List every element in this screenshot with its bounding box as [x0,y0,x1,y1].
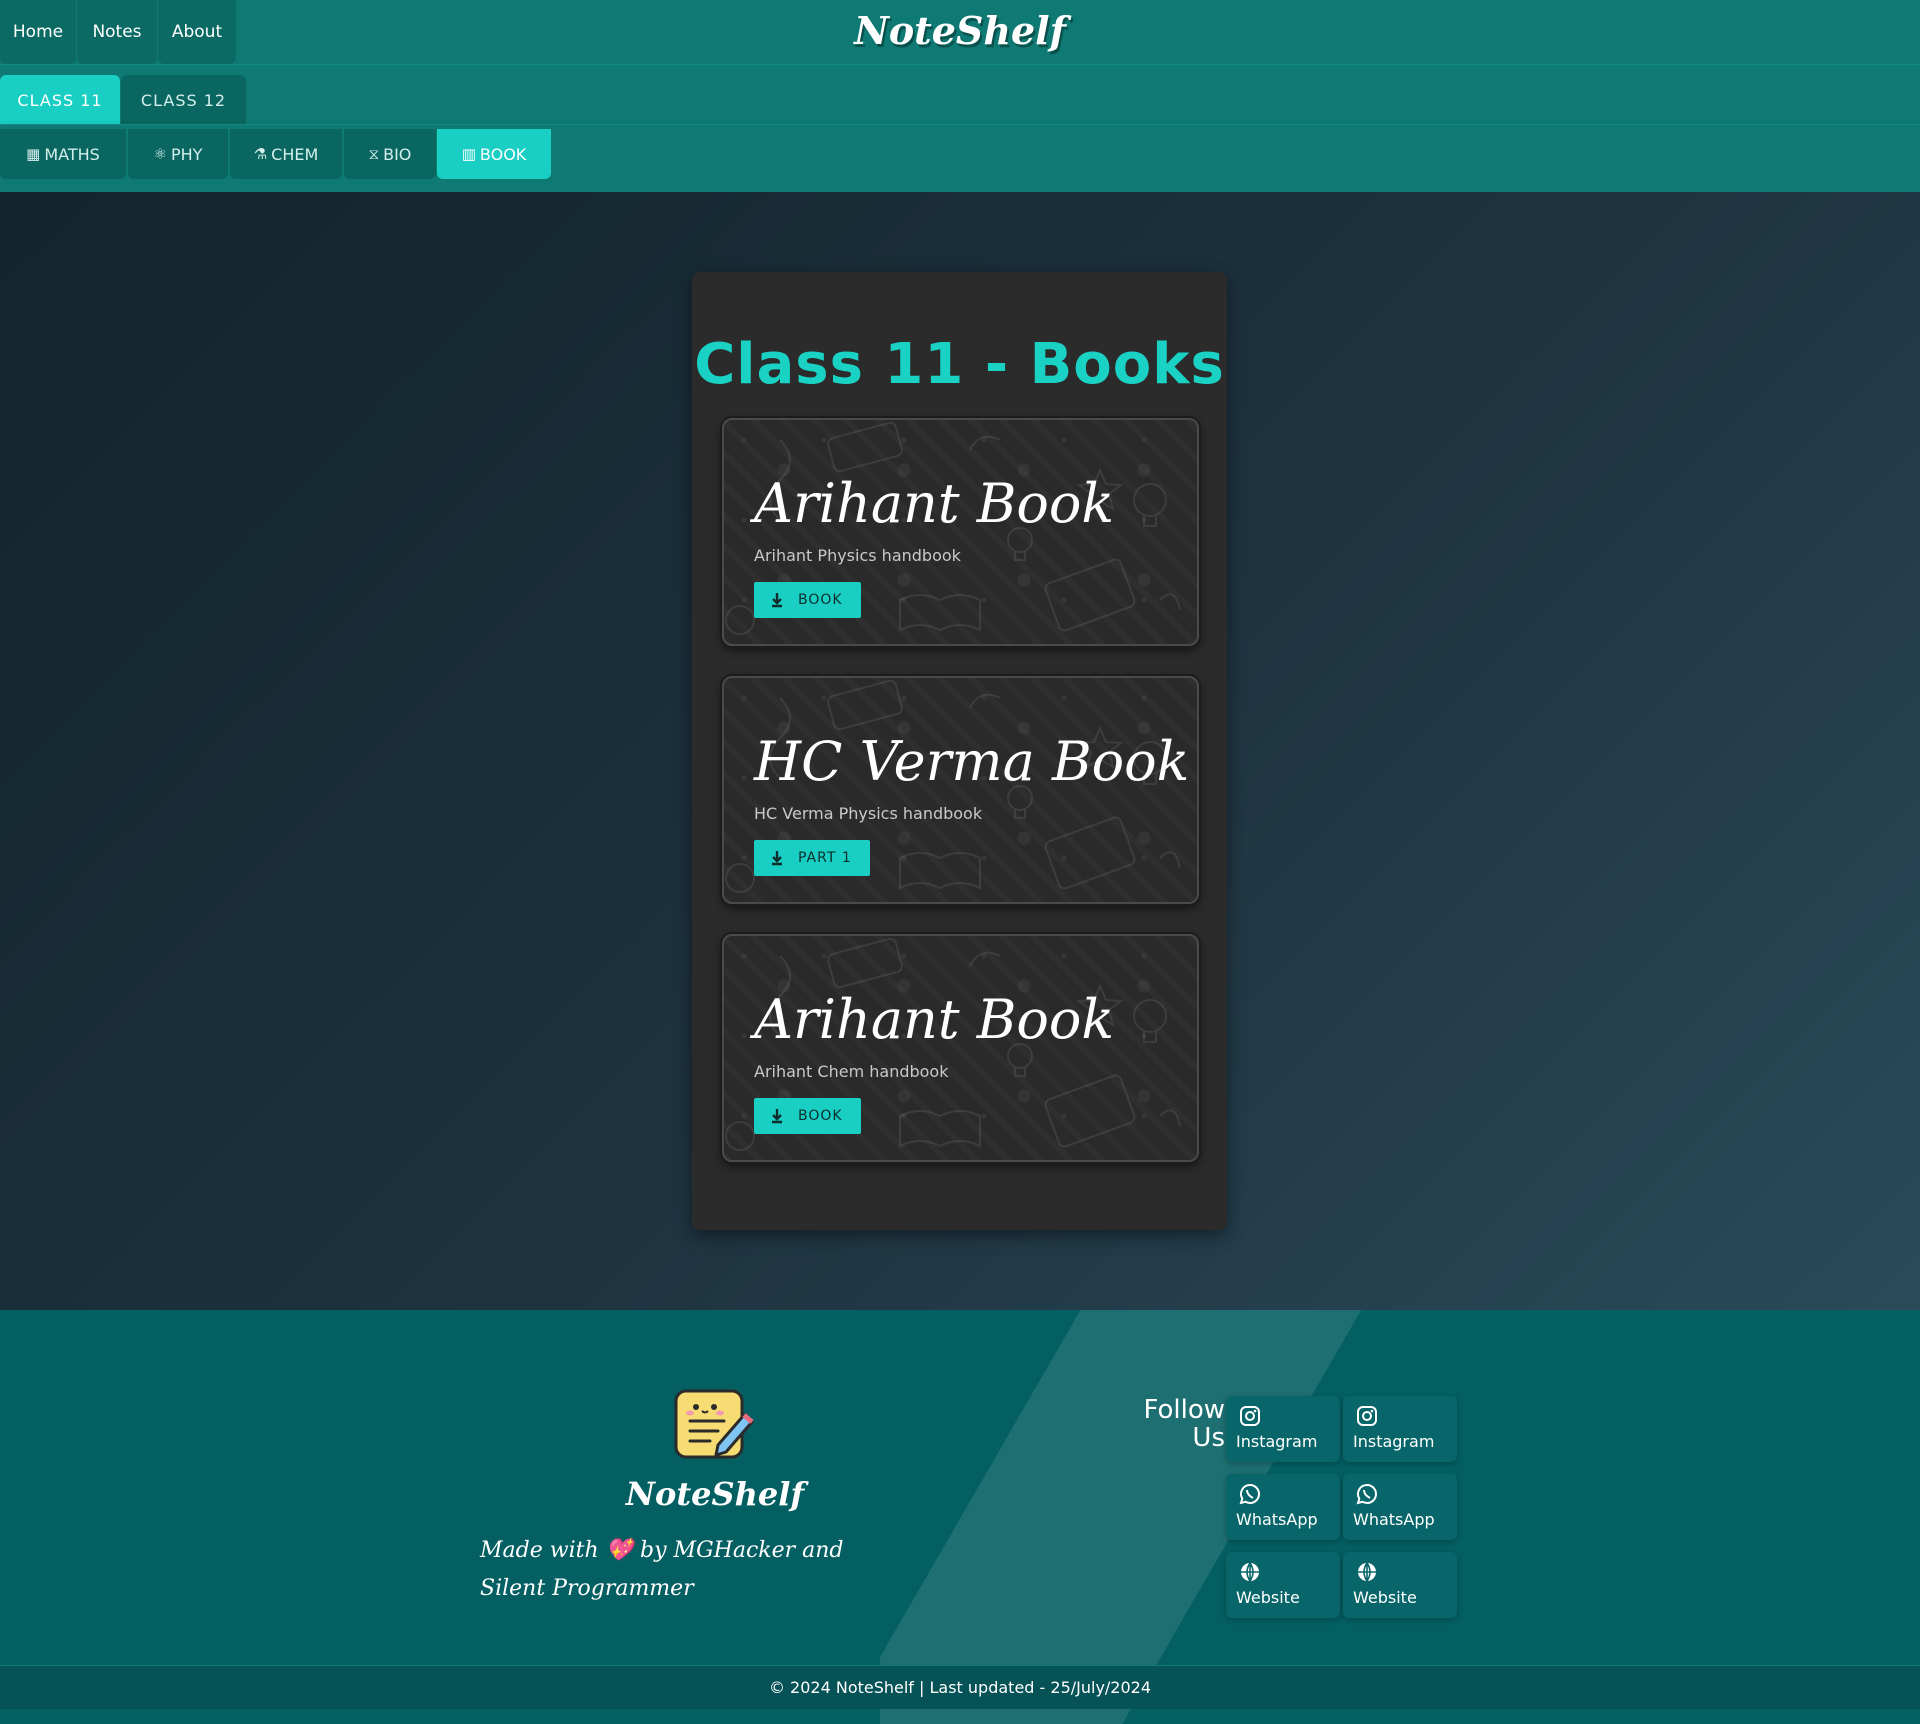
nav-notes-link[interactable]: Notes [77,0,157,64]
tab-maths[interactable]: ▦ MATHS [0,129,126,179]
book-card: Arihant Book Arihant Chem handbook BOOK [722,934,1199,1162]
tab-label: PHY [171,144,203,164]
social-label: WhatsApp [1353,1510,1435,1529]
tab-class-11[interactable]: CLASS 11 [0,75,120,125]
site-logo-text[interactable]: NoteShelf [854,8,1066,53]
tab-bio[interactable]: ⧖ BIO [344,129,436,179]
flask-icon: ⚗ [253,145,268,163]
instagram-link[interactable]: Instagram [1226,1396,1340,1462]
site-footer: NoteShelf Made with 💖 by MGHacker and Si… [0,1310,1920,1724]
made-with-text: Made with [480,1538,599,1563]
credits-text: Made with 💖 by MGHacker and Silent Progr… [480,1532,880,1608]
copyright-text: © 2024 NoteShelf | Last updated - 25/Jul… [768,1678,1152,1697]
button-label: BOOK [798,1108,843,1124]
card-subtitle: Arihant Physics handbook [754,546,961,565]
dna-icon: ⧖ [368,145,380,163]
download-book-button[interactable]: BOOK [754,582,861,618]
website-link[interactable]: Website [1226,1552,1340,1618]
button-label: BOOK [798,592,843,608]
subject-tab-bar: ▦ MATHS ⚛ PHY ⚗ CHEM ⧖ BIO ▥ BOOK [0,124,1920,192]
tab-phy[interactable]: ⚛ PHY [128,129,228,179]
copyright-bar: © 2024 NoteShelf | Last updated - 25/Jul… [0,1665,1920,1709]
card-subtitle: HC Verma Physics handbook [754,804,983,823]
whatsapp-link[interactable]: WhatsApp [1343,1474,1457,1540]
whatsapp-link[interactable]: WhatsApp [1226,1474,1340,1540]
card-subtitle: Arihant Chem handbook [754,1062,949,1081]
book-card: Arihant Book Arihant Physics handbook BO… [722,418,1199,646]
tab-class-12[interactable]: CLASS 12 [121,75,246,125]
whatsapp-icon [1356,1483,1377,1505]
page-title: Class 11 - Books [694,332,1225,397]
social-label: Website [1353,1588,1417,1607]
notepad-logo-icon [674,1389,754,1459]
follow-us-heading: Follow Us [1125,1396,1225,1452]
card-title: Arihant Book [754,472,1115,535]
calculator-icon: ▦ [26,145,41,163]
tab-label: CHEM [271,144,319,164]
card-title: HC Verma Book [754,730,1190,793]
download-book-button[interactable]: BOOK [754,1098,861,1134]
heart-icon: 💖 [605,1538,634,1563]
instagram-icon [1357,1406,1377,1426]
atom-icon: ⚛ [153,145,167,163]
top-nav-bar: Home Notes About NoteShelf [0,0,1920,64]
class-tab-bar: CLASS 11 CLASS 12 [0,64,1920,125]
tab-label: BOOK [479,144,527,164]
download-icon [772,1109,782,1124]
globe-icon [1241,1562,1259,1582]
footer-brand: NoteShelf [625,1475,805,1513]
instagram-link[interactable]: Instagram [1343,1396,1457,1462]
whatsapp-icon [1239,1483,1260,1505]
book-card: HC Verma Book HC Verma Physics handbook … [722,676,1199,904]
tab-book[interactable]: ▥ BOOK [437,129,551,179]
social-label: Instagram [1353,1432,1435,1451]
globe-icon [1358,1562,1376,1582]
main-content: Class 11 - Books Arihant Book Arihant Ph… [0,192,1920,1310]
social-label: Website [1236,1588,1300,1607]
nav-home-link[interactable]: Home [0,0,76,64]
social-label: WhatsApp [1236,1510,1318,1529]
tab-label: MATHS [44,144,100,164]
card-title: Arihant Book [754,988,1115,1051]
download-icon [772,593,782,608]
nav-about-link[interactable]: About [158,0,236,64]
download-icon [772,851,782,866]
website-link[interactable]: Website [1343,1552,1457,1618]
social-label: Instagram [1236,1432,1318,1451]
tab-label: BIO [383,144,412,164]
download-part1-button[interactable]: PART 1 [754,840,870,876]
follow-word: Follow [1143,1395,1225,1425]
button-label: PART 1 [798,850,852,866]
us-word: Us [1192,1423,1225,1453]
instagram-icon [1240,1406,1260,1426]
books-panel: Class 11 - Books Arihant Book Arihant Ph… [692,272,1227,1230]
tab-chem[interactable]: ⚗ CHEM [230,129,342,179]
book-icon: ▥ [461,145,476,163]
